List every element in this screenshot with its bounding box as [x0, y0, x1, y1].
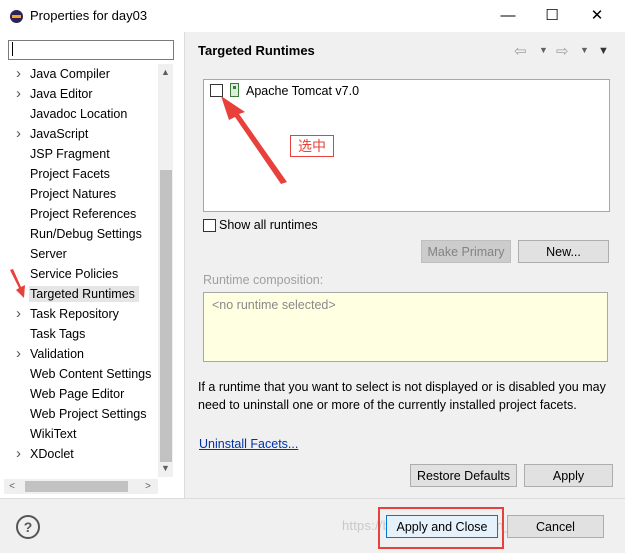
- chevron-right-icon[interactable]: ›: [16, 124, 29, 144]
- sidebar-item-label: WikiText: [30, 427, 77, 441]
- sidebar-item[interactable]: Project Facets: [16, 164, 110, 184]
- sidebar-item[interactable]: Server: [16, 244, 67, 264]
- restore-defaults-button[interactable]: Restore Defaults: [410, 464, 517, 487]
- chevron-right-icon[interactable]: ›: [16, 304, 29, 324]
- sidebar-item-label: JSP Fragment: [30, 147, 110, 161]
- sidebar-item[interactable]: Task Tags: [16, 324, 85, 344]
- page-title: Targeted Runtimes: [198, 43, 315, 58]
- sidebar-item[interactable]: Project Natures: [16, 184, 116, 204]
- sidebar-item-label: Project Facets: [30, 167, 110, 181]
- chevron-right-icon[interactable]: ›: [16, 84, 29, 104]
- sidebar-item-label: Project References: [30, 207, 137, 221]
- sidebar-item[interactable]: JSP Fragment: [16, 144, 110, 164]
- filter-input[interactable]: [8, 40, 174, 60]
- scroll-right-arrow-icon[interactable]: >: [141, 479, 155, 494]
- sidebar-item[interactable]: › Validation: [16, 344, 84, 364]
- text-caret: [12, 42, 13, 56]
- back-arrow-icon[interactable]: ⇦: [514, 42, 527, 60]
- sidebar-item[interactable]: Javadoc Location: [16, 104, 127, 124]
- scroll-up-arrow-icon[interactable]: ▲: [158, 66, 173, 78]
- chevron-right-icon[interactable]: ›: [16, 64, 29, 84]
- sidebar-item-label: Java Compiler: [30, 67, 110, 81]
- sidebar-item[interactable]: Web Content Settings: [16, 364, 151, 384]
- sidebar-item[interactable]: Service Policies: [16, 264, 118, 284]
- maximize-button[interactable]: ☐: [529, 0, 575, 32]
- chevron-right-icon[interactable]: ›: [16, 444, 29, 464]
- info-message: If a runtime that you want to select is …: [198, 380, 606, 412]
- make-primary-button[interactable]: Make Primary: [421, 240, 511, 263]
- close-button[interactable]: ✕: [574, 0, 620, 32]
- scroll-down-arrow-icon[interactable]: ▼: [158, 462, 173, 474]
- runtime-composition-label: Runtime composition:: [203, 273, 324, 287]
- sidebar-item[interactable]: Run/Debug Settings: [16, 224, 142, 244]
- show-all-runtimes-label[interactable]: Show all runtimes: [219, 218, 318, 232]
- sidebar-item[interactable]: Project References: [16, 204, 136, 224]
- annotation-arrow-icon: [221, 96, 287, 184]
- sidebar-item-label: Project Natures: [30, 187, 117, 201]
- window-title: Properties for day03: [30, 8, 148, 23]
- sidebar-item-label: Service Policies: [30, 267, 119, 281]
- annotation-arrow-icon: [10, 269, 25, 298]
- forward-arrow-icon[interactable]: ⇨: [556, 42, 569, 60]
- annotation-highlight-frame: [378, 507, 504, 549]
- uninstall-facets-link[interactable]: Uninstall Facets...: [199, 437, 298, 451]
- sidebar-item-label: Java Editor: [30, 87, 93, 101]
- new-runtime-button[interactable]: New...: [518, 240, 609, 263]
- sidebar-item-label: Targeted Runtimes: [29, 286, 139, 302]
- forward-dropdown-icon[interactable]: ▼: [580, 45, 589, 55]
- runtime-composition-placeholder: <no runtime selected>: [212, 298, 336, 312]
- show-all-runtimes-checkbox[interactable]: [203, 219, 216, 232]
- sidebar-item-label: Validation: [30, 347, 84, 361]
- sidebar-item[interactable]: › XDoclet: [16, 444, 74, 464]
- sidebar-item[interactable]: › Java Editor: [16, 84, 93, 104]
- sidebar-item[interactable]: › Java Compiler: [16, 64, 110, 84]
- sidebar-item-label: Server: [30, 247, 67, 261]
- back-dropdown-icon[interactable]: ▼: [539, 45, 548, 55]
- sidebar-item-label: Run/Debug Settings: [30, 227, 142, 241]
- sidebar-item-label: Javadoc Location: [30, 107, 128, 121]
- sidebar-item-label: XDoclet: [30, 447, 74, 461]
- annotation-label: 选中: [290, 135, 334, 157]
- chevron-right-icon[interactable]: ›: [16, 344, 29, 364]
- sidebar-item[interactable]: WikiText: [16, 424, 77, 444]
- sidebar-item[interactable]: Targeted Runtimes: [16, 284, 139, 304]
- sidebar-item-label: Web Content Settings: [30, 367, 152, 381]
- sidebar-item-label: Web Project Settings: [30, 407, 147, 421]
- sidebar-item-label: Task Tags: [30, 327, 86, 341]
- apply-button[interactable]: Apply: [524, 464, 613, 487]
- sidebar-item-label: Task Repository: [30, 307, 119, 321]
- minimize-button[interactable]: —: [485, 0, 531, 32]
- sidebar-item-label: Web Page Editor: [30, 387, 125, 401]
- sidebar-item[interactable]: Web Page Editor: [16, 384, 124, 404]
- help-icon[interactable]: ?: [16, 515, 40, 539]
- horizontal-scrollbar-thumb[interactable]: [25, 481, 128, 492]
- sidebar-item[interactable]: › Task Repository: [16, 304, 119, 324]
- sidebar-item[interactable]: Web Project Settings: [16, 404, 147, 424]
- scroll-left-arrow-icon[interactable]: <: [5, 479, 19, 494]
- view-menu-icon[interactable]: ▼: [598, 45, 609, 57]
- eclipse-logo-icon: [10, 10, 23, 23]
- sidebar-item[interactable]: › JavaScript: [16, 124, 88, 144]
- vertical-scrollbar-thumb[interactable]: [160, 170, 172, 462]
- cancel-button[interactable]: Cancel: [507, 515, 604, 538]
- sidebar-item-label: JavaScript: [30, 127, 89, 141]
